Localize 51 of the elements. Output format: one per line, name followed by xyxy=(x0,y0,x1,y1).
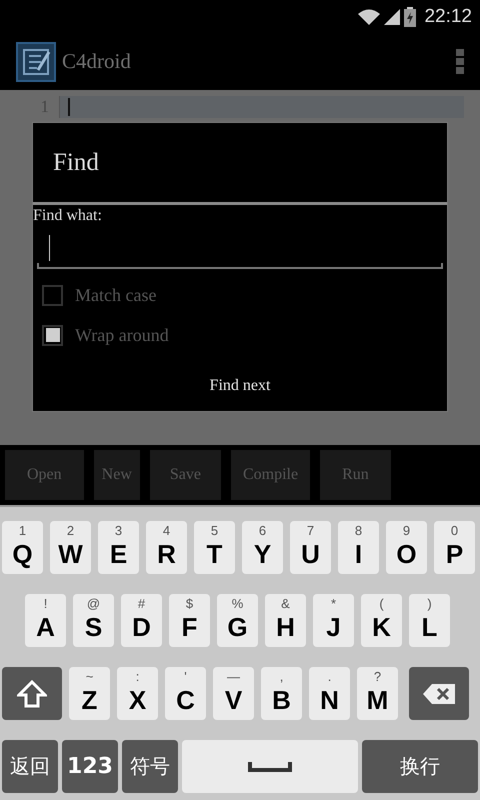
option-label: Match case xyxy=(75,284,156,306)
shift-key[interactable] xyxy=(2,667,62,720)
status-time: 22:12 xyxy=(424,6,472,28)
keyboard-key[interactable]: ( K xyxy=(361,594,402,647)
text-cursor xyxy=(68,98,70,116)
keyboard-key[interactable]: 2 W xyxy=(50,521,91,574)
keyboard-key[interactable]: % G xyxy=(217,594,258,647)
find-next-button[interactable]: Find next xyxy=(198,371,282,401)
keyboard-key[interactable]: ' C xyxy=(165,667,206,720)
keyboard-key[interactable]: $ F xyxy=(169,594,210,647)
backspace-icon xyxy=(422,682,456,704)
shift-icon xyxy=(17,680,47,708)
overflow-menu-icon[interactable] xyxy=(456,48,464,74)
keyboard-key[interactable]: ? M xyxy=(357,667,398,720)
keyboard-key[interactable]: : X xyxy=(117,667,158,720)
space-icon xyxy=(248,762,292,772)
keyboard-key[interactable]: 9 O xyxy=(386,521,427,574)
dialog-title: Find xyxy=(33,123,447,205)
keyboard-key[interactable]: 0 P xyxy=(434,521,475,574)
keyboard-key[interactable]: — V xyxy=(213,667,254,720)
keyboard-key[interactable]: . N xyxy=(309,667,350,720)
keyboard-key[interactable]: 8 I xyxy=(338,521,379,574)
wifi-icon xyxy=(358,8,380,24)
keyboard-key[interactable]: 5 T xyxy=(194,521,235,574)
app-logo-icon xyxy=(16,42,56,82)
space-key[interactable] xyxy=(182,740,358,793)
keyboard-key[interactable]: & H xyxy=(265,594,306,647)
keyboard-key[interactable]: # D xyxy=(121,594,162,647)
app-title: C4droid xyxy=(62,49,132,74)
enter-key[interactable]: 换行 xyxy=(362,740,478,793)
checkbox[interactable] xyxy=(42,324,63,346)
keyboard-key[interactable]: ! A xyxy=(25,594,66,647)
keyboard-key[interactable]: 返回 xyxy=(2,740,58,793)
field-label: Find what: xyxy=(33,207,102,225)
keyboard-key[interactable]: 7 U xyxy=(290,521,331,574)
option-label: Wrap around xyxy=(75,324,169,346)
keyboard-key[interactable]: 4 R xyxy=(146,521,187,574)
signal-icon xyxy=(384,8,400,24)
keyboard-key[interactable]: 3 E xyxy=(98,521,139,574)
keyboard-key[interactable]: @ S xyxy=(73,594,114,647)
checkbox[interactable] xyxy=(42,284,63,306)
keyboard-key[interactable]: ~ Z xyxy=(69,667,110,720)
backspace-key[interactable] xyxy=(409,667,469,720)
keyboard-key[interactable]: 6 Y xyxy=(242,521,283,574)
keyboard-key[interactable]: 符号 xyxy=(122,740,178,793)
keyboard-key[interactable]: , B xyxy=(261,667,302,720)
keyboard-key[interactable]: 1 Q xyxy=(2,521,43,574)
keyboard-key[interactable]: ) L xyxy=(409,594,450,647)
battery-icon xyxy=(404,6,416,26)
keyboard-key[interactable]: * J xyxy=(313,594,354,647)
keyboard-key[interactable]: 123 xyxy=(62,740,118,793)
